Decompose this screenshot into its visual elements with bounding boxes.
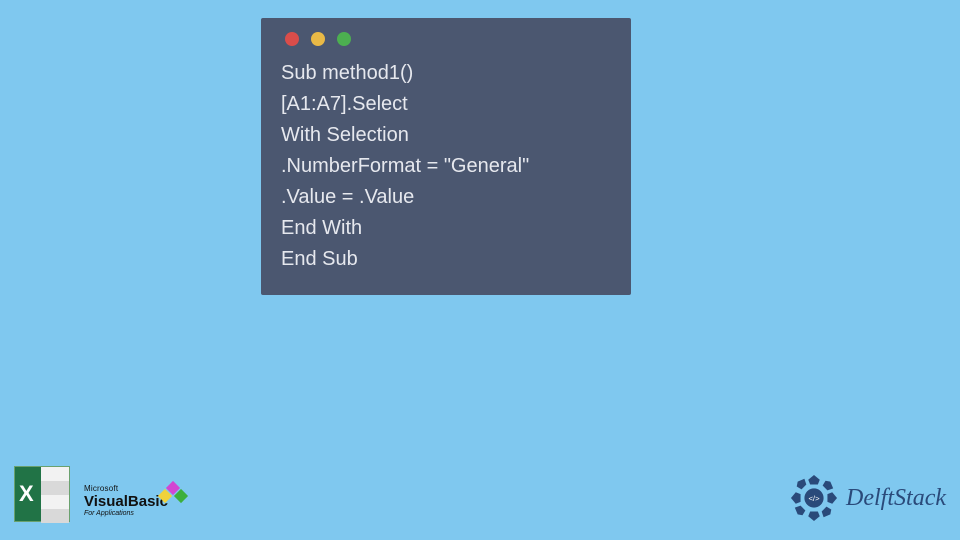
excel-letter: X	[19, 481, 43, 509]
visual-basic-logo: Microsoft VisualBasic For Applications	[78, 481, 188, 522]
excel-vb-group: X Microsoft VisualBasic For Applications	[14, 466, 188, 522]
excel-icon: X	[14, 466, 70, 522]
code-window: Sub method1() [A1:A7].Select With Select…	[261, 18, 631, 295]
footer: X Microsoft VisualBasic For Applications	[14, 466, 946, 522]
titlebar	[281, 32, 611, 46]
vb-cubes-icon	[158, 483, 186, 505]
svg-text:</>: </>	[808, 494, 820, 503]
delftstack-logo: </> DelftStack	[790, 474, 946, 522]
delftstack-label: DelftStack	[846, 485, 946, 512]
delftstack-emblem-icon: </>	[790, 474, 838, 522]
code-block: Sub method1() [A1:A7].Select With Select…	[281, 58, 611, 275]
minimize-icon[interactable]	[311, 32, 325, 46]
vb-edition-label: For Applications	[84, 510, 182, 518]
close-icon[interactable]	[285, 32, 299, 46]
maximize-icon[interactable]	[337, 32, 351, 46]
